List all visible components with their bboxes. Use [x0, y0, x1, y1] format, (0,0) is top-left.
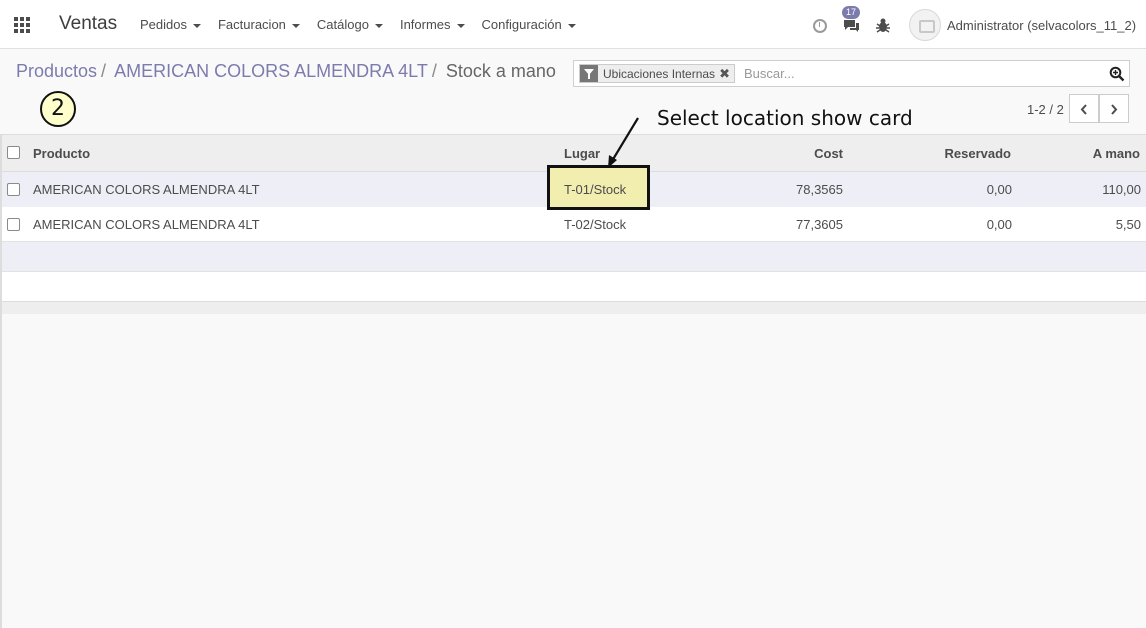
breadcrumb-productos[interactable]: Productos — [16, 61, 97, 81]
cell-producto: AMERICAN COLORS ALMENDRA 4LT — [33, 217, 260, 232]
caret-down-icon — [291, 23, 300, 28]
menu-catalogo[interactable]: Catálogo — [317, 17, 383, 32]
breadcrumb-separator: / — [431, 61, 437, 81]
table-row[interactable]: AMERICAN COLORS ALMENDRA 4LT T-02/Stock … — [0, 207, 1146, 242]
top-navbar: Ventas Pedidos Facturacion Catálogo Info… — [0, 0, 1146, 49]
caret-down-icon — [567, 23, 576, 28]
pager-value[interactable]: 1-2 / 2 — [1027, 102, 1064, 117]
menu-configuracion[interactable]: Configuración — [482, 17, 576, 32]
search-bar: Ubicaciones Internas ✖ — [573, 60, 1130, 87]
app-title: Ventas — [59, 13, 118, 34]
caret-down-icon — [456, 23, 465, 28]
breadcrumb-current: Stock a mano — [445, 61, 556, 81]
filter-icon — [580, 65, 598, 82]
column-header-cost[interactable]: Cost — [814, 146, 843, 161]
menu-facturacion[interactable]: Facturacion — [218, 17, 300, 32]
row-checkbox[interactable] — [7, 218, 20, 231]
step-number-marker: 2 — [40, 91, 76, 127]
chevron-right-icon — [1111, 104, 1118, 115]
caret-down-icon — [374, 23, 383, 28]
cell-a-mano: 110,00 — [1102, 182, 1141, 197]
menu-pedidos[interactable]: Pedidos — [140, 17, 201, 32]
menu-label: Catálogo — [316, 17, 369, 32]
menu-label: Informes — [399, 17, 451, 32]
cell-reservado: 0,00 — [986, 217, 1012, 232]
caret-down-icon — [192, 23, 201, 28]
main-menu: Pedidos Facturacion Catálogo Informes Co… — [140, 17, 593, 32]
left-border — [0, 134, 2, 628]
pager-previous-button[interactable] — [1069, 94, 1099, 123]
chat-badge: 17 — [842, 6, 861, 19]
apps-grid-icon[interactable] — [14, 17, 32, 33]
cell-lugar[interactable]: T-01/Stock — [564, 182, 626, 197]
breadcrumb-separator: / — [101, 61, 107, 81]
annotation-arrow-icon — [608, 117, 639, 168]
row-checkbox[interactable] — [7, 183, 20, 196]
column-header-a-mano[interactable]: A mano — [1093, 146, 1140, 161]
breadcrumb-product[interactable]: AMERICAN COLORS ALMENDRA 4LT — [114, 61, 428, 81]
bug-icon[interactable] — [876, 18, 890, 33]
stock-table: Producto Lugar Cost Reservado A mano AME… — [0, 134, 1146, 314]
column-header-lugar[interactable]: Lugar — [564, 146, 600, 161]
cell-lugar[interactable]: T-02/Stock — [564, 217, 626, 232]
search-facet: Ubicaciones Internas ✖ — [579, 64, 735, 83]
search-icon[interactable] — [1109, 66, 1125, 82]
select-all-checkbox[interactable] — [7, 146, 20, 159]
menu-informes[interactable]: Informes — [400, 17, 465, 32]
cell-a-mano: 5,50 — [1115, 217, 1141, 232]
pager-next-button[interactable] — [1099, 94, 1129, 123]
menu-label: Facturacion — [217, 17, 286, 32]
empty-row — [0, 272, 1146, 302]
empty-row — [0, 242, 1146, 272]
column-header-reservado[interactable]: Reservado — [945, 146, 1011, 161]
menu-label: Configuración — [481, 17, 562, 32]
avatar[interactable] — [909, 9, 941, 41]
cell-cost: 77,3605 — [796, 217, 843, 232]
user-menu[interactable]: Administrator (selvacolors_11_2) — [947, 18, 1136, 33]
facet-remove-icon[interactable]: ✖ — [719, 65, 734, 82]
search-input[interactable] — [744, 66, 1094, 81]
activity-clock-icon[interactable] — [813, 19, 827, 33]
facet-label: Ubicaciones Internas — [603, 67, 716, 81]
breadcrumb: Productos / AMERICAN COLORS ALMENDRA 4LT /… — [16, 61, 556, 82]
table-footer — [0, 302, 1146, 314]
cell-producto: AMERICAN COLORS ALMENDRA 4LT — [33, 182, 260, 197]
chevron-left-icon — [1080, 104, 1087, 115]
annotation-text: Select location show card — [657, 106, 913, 130]
chat-icon[interactable] — [843, 19, 860, 32]
column-header-producto[interactable]: Producto — [33, 146, 90, 161]
cell-cost: 78,3565 — [796, 182, 843, 197]
cell-reservado: 0,00 — [986, 182, 1012, 197]
menu-label: Pedidos — [140, 17, 187, 32]
